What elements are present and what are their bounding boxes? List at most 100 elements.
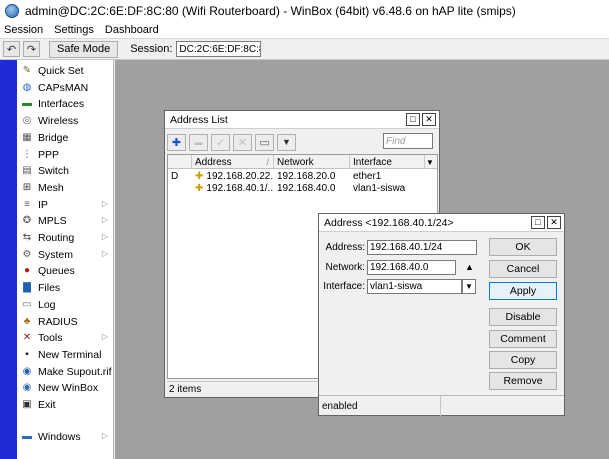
sidebar-item-quick-set[interactable]: ✎ Quick Set [17, 63, 114, 79]
submenu-arrow-icon: ▷ [101, 232, 108, 241]
windows-icon: ▬ [22, 431, 32, 442]
sidebar-item-switch[interactable]: ▤ Switch [17, 163, 114, 179]
sidebar-item-label: Files [38, 282, 61, 295]
address-dialog-titlebar[interactable]: Address <192.168.40.1/24> □ ✕ [319, 214, 564, 232]
capsman-icon: ◍ [22, 81, 32, 93]
bridge-icon: ▦ [22, 131, 32, 143]
address-list-titlebar[interactable]: Address List □ ✕ [165, 111, 439, 129]
sidebar-item-label: MPLS [38, 215, 67, 228]
sidebar-item-label: Tools [38, 332, 63, 345]
undo-button[interactable]: ↶ [3, 41, 20, 57]
ok-button[interactable]: OK [489, 238, 557, 256]
copy-button[interactable]: Copy [489, 351, 557, 369]
ip-icon: ≡ [24, 198, 30, 210]
columns-dropdown[interactable]: ▼ [425, 155, 437, 169]
sidebar-item-ppp[interactable]: ⋮ PPP [17, 147, 114, 163]
sidebar-item-label: Queues [38, 265, 75, 278]
sidebar-item-new-winbox[interactable]: ◉ New WinBox [17, 380, 114, 396]
sidebar-item-label: Wireless [38, 115, 79, 128]
close-button[interactable]: ✕ [547, 216, 561, 229]
safe-mode-button[interactable]: Safe Mode [49, 40, 119, 58]
row-address: 192.168.40.1/... [206, 182, 274, 194]
sidebar-item-label: Bridge [38, 131, 69, 144]
maximize-icon: □ [535, 217, 541, 227]
menu-session[interactable]: Session [4, 24, 43, 36]
sidebar-item-mpls[interactable]: ✪ MPLS ▷ [17, 213, 114, 229]
dialog-status-bar: enabled [319, 395, 564, 416]
column-header-interface[interactable]: Interface [350, 155, 425, 169]
column-header-address[interactable]: Address / [192, 155, 274, 169]
redo-button[interactable]: ↷ [23, 41, 40, 57]
sidebar-item-wireless[interactable]: ◎ Wireless [17, 113, 114, 129]
close-button[interactable]: ✕ [422, 113, 436, 126]
menu-dashboard[interactable]: Dashboard [105, 24, 159, 36]
sidebar-item-system[interactable]: ⚙ System ▷ [17, 247, 114, 263]
sidebar-item-files[interactable]: ▇ Files [17, 280, 114, 296]
comment-icon: ▭ [259, 136, 270, 149]
maximize-button[interactable]: □ [406, 113, 420, 126]
sidebar-item-ip[interactable]: ≡ IP ▷ [17, 197, 114, 213]
maximize-button[interactable]: □ [531, 216, 545, 229]
sidebar-item-label: New Terminal [38, 348, 102, 361]
remove-button[interactable]: ▬ [189, 133, 208, 151]
sidebar-item-log[interactable]: ▭ Log [17, 297, 114, 313]
interface-label: Interface: [323, 280, 365, 292]
find-input[interactable]: Find [383, 133, 433, 149]
supout-icon: ◉ [22, 365, 32, 377]
session-field[interactable]: DC:2C:6E:DF:8C:80 [176, 41, 262, 57]
flag-column-header[interactable] [168, 155, 192, 169]
table-row[interactable]: D ✚ 192.168.20.22... 192.168.20.0 ether1 [168, 170, 437, 182]
sidebar-item-label: Interfaces [38, 98, 85, 111]
sidebar-item-label: System [38, 248, 74, 261]
disable-button[interactable]: Disable [489, 308, 557, 326]
sidebar-item-label: Mesh [38, 181, 64, 194]
menu-settings[interactable]: Settings [54, 24, 94, 36]
cancel-button[interactable]: Cancel [489, 260, 557, 278]
sidebar-item-label: Exit [38, 399, 56, 411]
table-row[interactable]: ✚ 192.168.40.1/... 192.168.40.0 vlan1-si… [168, 182, 437, 194]
address-icon: ✚ [195, 182, 204, 194]
network-label: Network: [325, 261, 365, 273]
comment-button[interactable]: ▭ [255, 133, 274, 151]
remove-button[interactable]: Remove [489, 372, 557, 390]
disable-button[interactable]: ✕ [233, 133, 252, 151]
filter-button[interactable]: ▼ [277, 133, 296, 151]
row-address: 192.168.20.22... [206, 170, 274, 182]
sidebar-item-make-supout-rif[interactable]: ◉ Make Supout.rif [17, 364, 114, 380]
collapse-arrow-icon[interactable]: ▲ [465, 262, 474, 272]
chevron-down-icon: ▼ [426, 157, 434, 167]
sidebar-item-new-terminal[interactable]: ▪ New Terminal [17, 347, 114, 363]
close-icon: ✕ [425, 114, 433, 124]
mpls-icon: ✪ [22, 215, 32, 227]
address-dialog: Address <192.168.40.1/24> □ ✕ Address: 1… [318, 213, 565, 416]
add-button[interactable]: ✚ [167, 133, 186, 151]
row-flag: D [171, 170, 179, 182]
cross-icon: ✕ [237, 136, 248, 149]
sidebar-item-mesh[interactable]: ⊞ Mesh [17, 180, 114, 196]
sidebar-item-radius[interactable]: ♣ RADIUS [17, 314, 114, 330]
enable-button[interactable]: ✓ [211, 133, 230, 151]
sort-icon: / [266, 157, 269, 167]
sidebar-item-queues[interactable]: ● Queues [17, 263, 114, 279]
sidebar-item-capsman[interactable]: ◍ CAPsMAN [17, 80, 114, 96]
sidebar-item-exit[interactable]: ▣ Exit [17, 397, 114, 413]
sidebar-item-interfaces[interactable]: ▬ Interfaces [17, 96, 114, 112]
interface-dropdown-button[interactable]: ▼ [462, 278, 476, 294]
address-field[interactable]: 192.168.40.1/24 [367, 239, 477, 255]
undo-icon: ↶ [6, 43, 17, 56]
apply-button[interactable]: Apply [489, 282, 557, 300]
filter-icon: ▼ [282, 137, 291, 147]
sidebar-item-windows[interactable]: ▬ Windows ▷ [17, 429, 114, 445]
column-header-network[interactable]: Network [274, 155, 350, 169]
sidebar-item-bridge[interactable]: ▦ Bridge [17, 130, 114, 146]
wireless-icon: ◎ [22, 115, 32, 127]
comment-button[interactable]: Comment [489, 330, 557, 348]
interface-select[interactable]: vlan1-siswa [367, 278, 462, 294]
sidebar-menu: ✎ Quick Set ◍ CAPsMAN ▬ Interfaces ◎ Wireless ▦ B… [17, 60, 114, 459]
sidebar-item-tools[interactable]: ✕ Tools ▷ [17, 330, 114, 346]
queues-icon: ● [23, 265, 31, 277]
address-list-toolbar: ✚ ▬ ✓ ✕ ▭ ▼ Find [167, 131, 437, 153]
sidebar-item-routing[interactable]: ⇆ Routing ▷ [17, 230, 114, 246]
network-field[interactable]: 192.168.40.0 [367, 259, 456, 275]
row-network: 192.168.40.0 [277, 182, 336, 194]
